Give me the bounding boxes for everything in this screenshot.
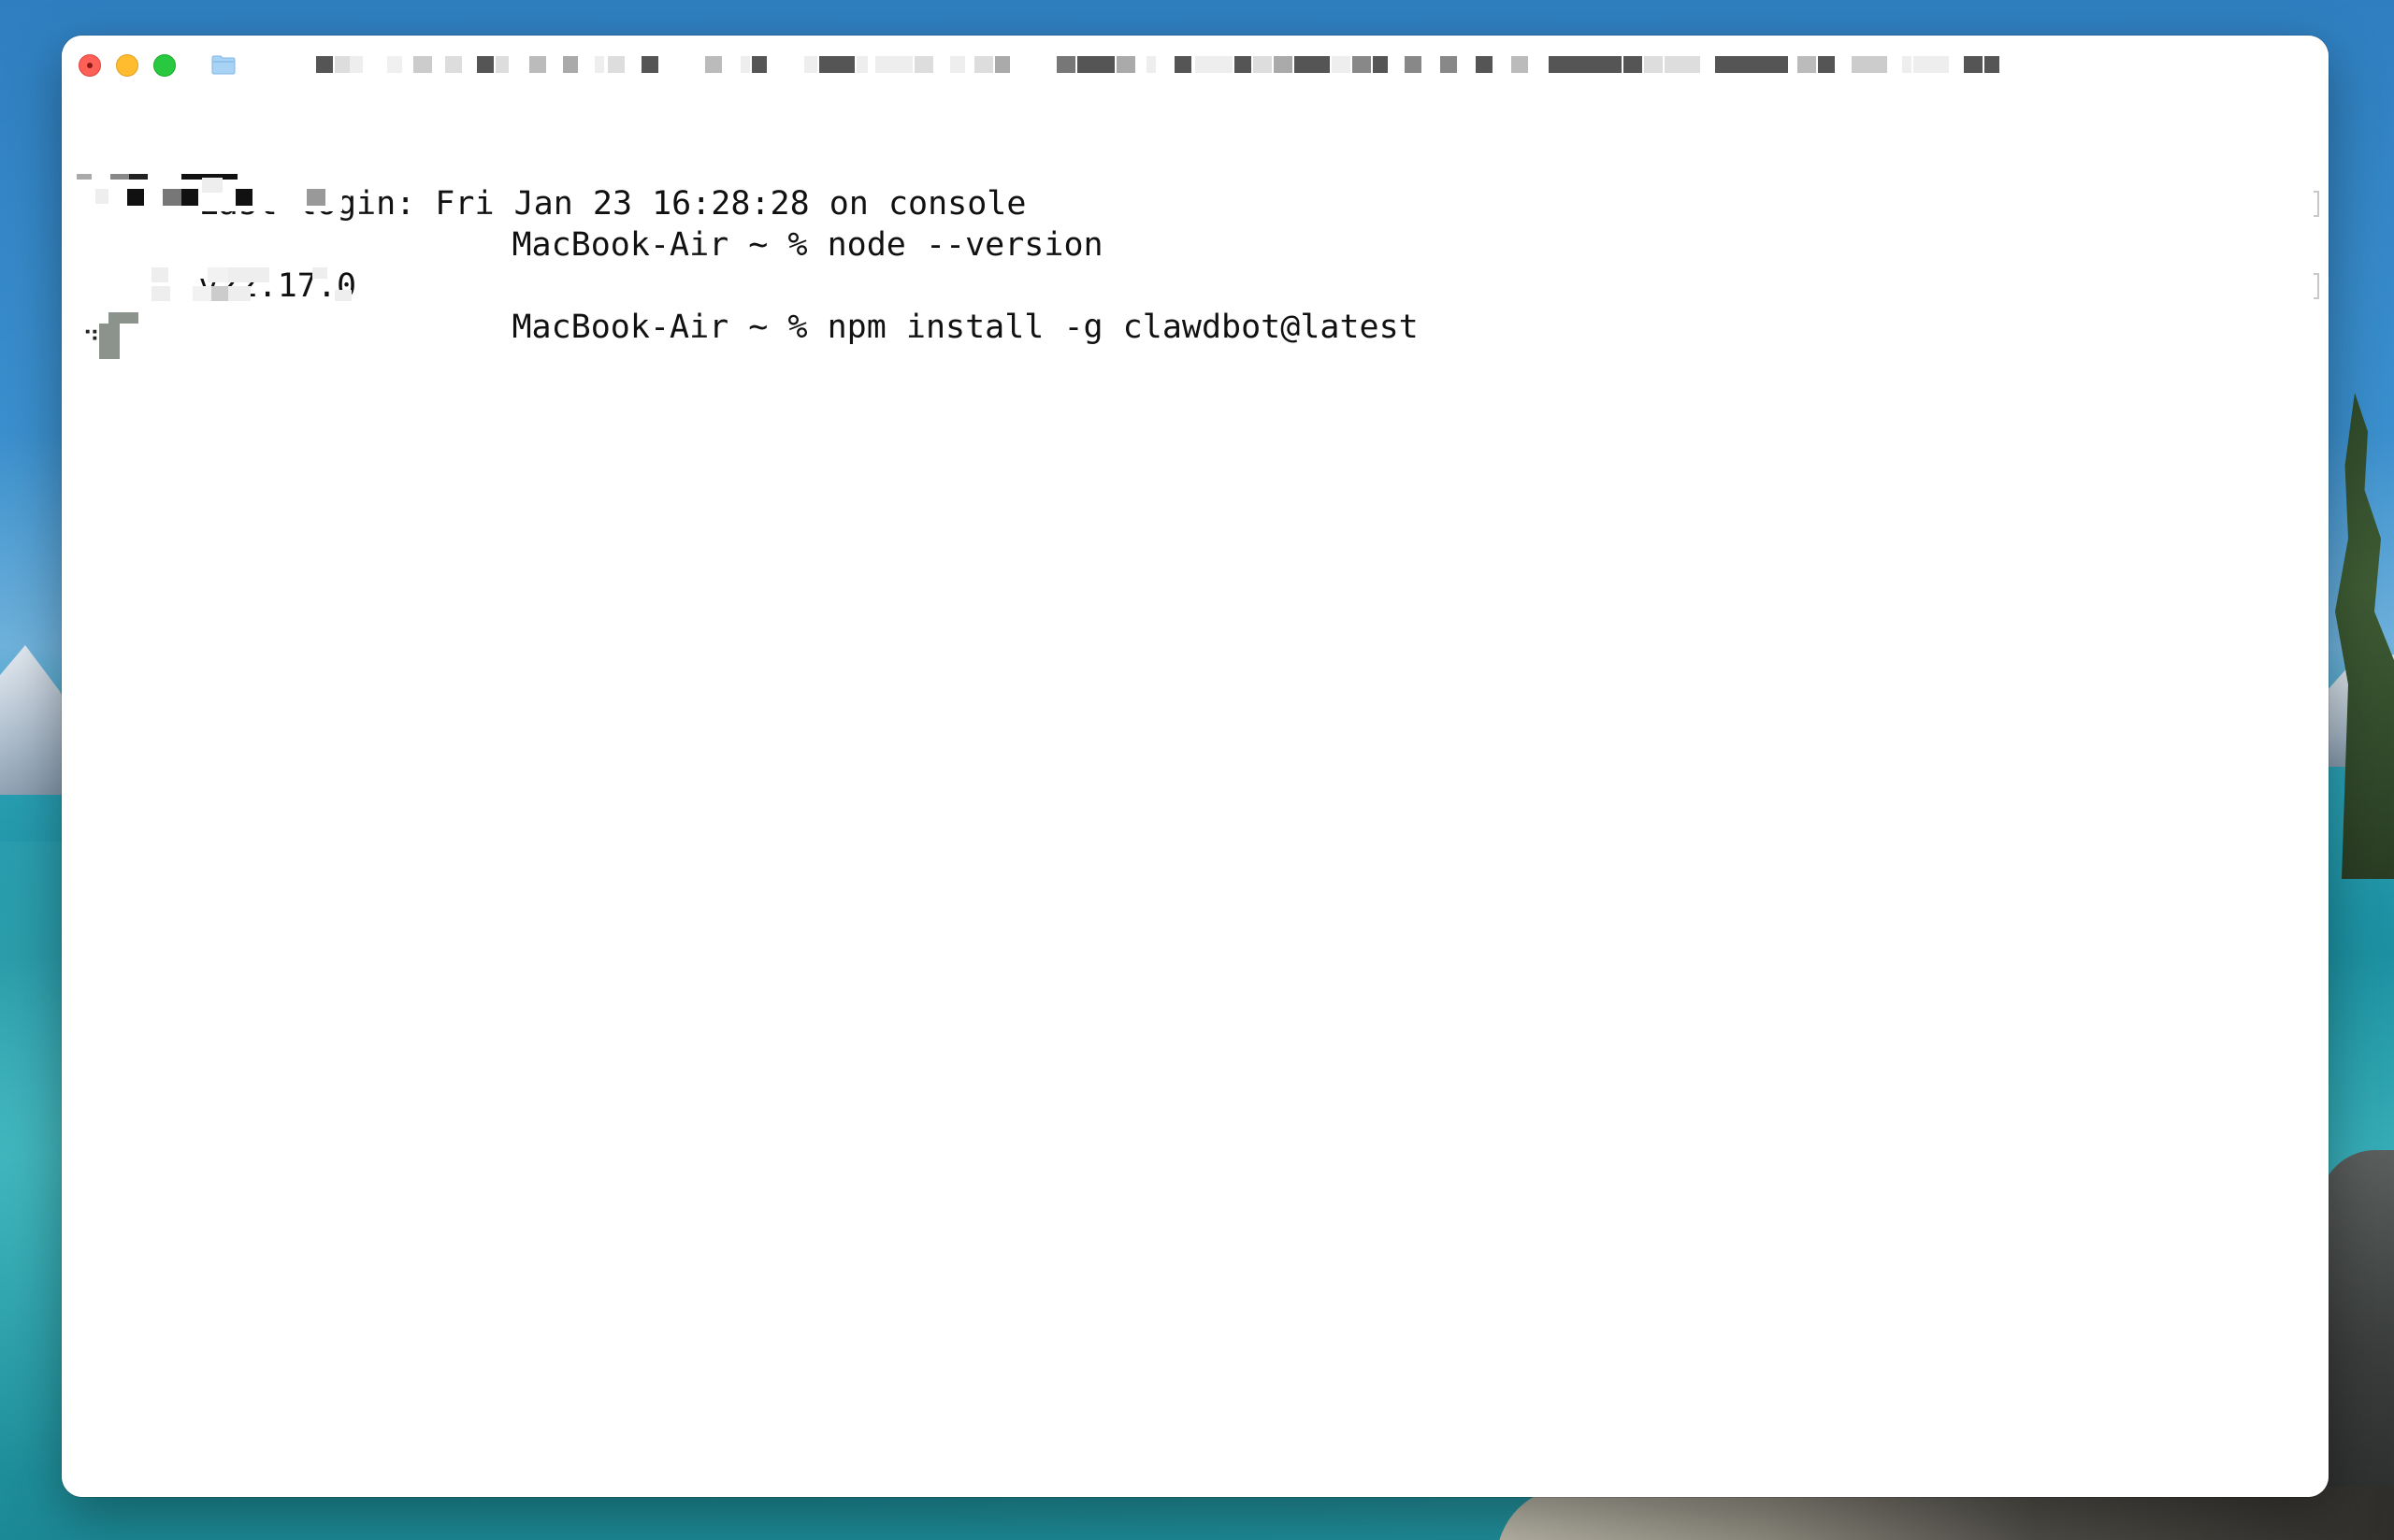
wallpaper-rocks-right [2319, 1150, 2394, 1540]
terminal-content[interactable]: Last login: Fri Jan 23 16:28:28 on conso… [62, 94, 2329, 1497]
wallpaper-trees [2335, 393, 2394, 879]
close-dot [87, 63, 93, 68]
close-icon[interactable] [79, 54, 101, 77]
window-title-redacted [249, 54, 2306, 75]
minimize-icon[interactable] [116, 54, 138, 77]
terminal-window[interactable]: Last login: Fri Jan 23 16:28:28 on conso… [62, 36, 2329, 1497]
text-cursor [99, 324, 120, 359]
terminal-line-npm-install: MacBook-Air ~ % npm install -g clawdbot@… [394, 266, 1418, 346]
maximize-icon[interactable] [153, 54, 176, 77]
line-marker-1 [2314, 191, 2319, 217]
redacted-username-2 [90, 267, 389, 305]
terminal-line-node-version: MacBook-Air ~ % node --version [394, 183, 1103, 264]
redacted-username [62, 174, 342, 211]
line-marker-2 [2314, 273, 2319, 299]
window-titlebar[interactable] [62, 36, 2329, 94]
terminal-line-output: v22.17.0 [80, 224, 356, 305]
prompt: MacBook-Air ~ % [512, 226, 828, 264]
folder-icon [211, 55, 236, 75]
command-node-version: node --version [827, 226, 1103, 264]
command-npm-install: npm install -g clawdbot@latest [827, 309, 1419, 346]
redacted-fragment [84, 307, 140, 325]
spinner-icon: ⠙ [82, 327, 101, 355]
prompt-2: MacBook-Air ~ % [512, 309, 828, 346]
